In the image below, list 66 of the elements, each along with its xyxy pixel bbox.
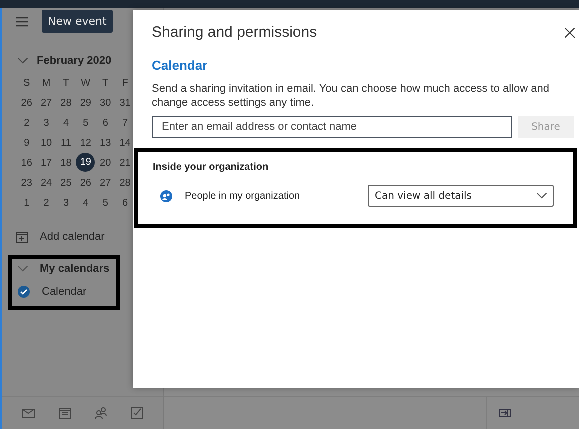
calendar-day[interactable]: 7 <box>115 113 136 133</box>
close-icon[interactable] <box>565 28 575 38</box>
calendar-day[interactable]: 5 <box>76 113 96 133</box>
dialog-title: Sharing and permissions <box>152 24 318 41</box>
calendar-day[interactable]: 17 <box>36 153 56 173</box>
calendar-add-icon <box>16 231 28 243</box>
calendar-day[interactable]: 14 <box>115 133 136 153</box>
calendar-day[interactable]: 9 <box>17 133 37 153</box>
calendar-day[interactable]: 6 <box>115 193 136 213</box>
calendar-day[interactable]: 11 <box>56 133 76 153</box>
menu-icon[interactable] <box>16 16 28 26</box>
calendar-day[interactable]: 5 <box>96 193 116 213</box>
check-circle-icon[interactable] <box>18 286 30 298</box>
calendar-day[interactable]: 24 <box>36 173 56 193</box>
calendar-day[interactable]: 28 <box>115 173 136 193</box>
calendar-day[interactable]: 25 <box>56 173 76 193</box>
calendar-day[interactable]: 2 <box>17 113 37 133</box>
calendar-day[interactable]: 16 <box>17 153 37 173</box>
permission-name: People in my organization <box>185 190 302 202</box>
chevron-icon[interactable] <box>18 266 28 272</box>
calendar-day[interactable]: 21 <box>115 153 136 173</box>
calendar-day[interactable]: 12 <box>76 133 96 153</box>
chevron-down-icon[interactable] <box>18 58 28 64</box>
add-calendar-link[interactable]: Add calendar <box>40 231 105 243</box>
panel-toggle-icon[interactable] <box>499 409 511 417</box>
weekday-label: T <box>102 76 110 90</box>
mail-icon[interactable] <box>22 408 35 418</box>
email-field[interactable]: Enter an email address or contact name <box>152 116 512 138</box>
calendar-day[interactable]: 2 <box>36 193 56 213</box>
people-icon[interactable] <box>95 407 107 419</box>
calendar-day[interactable]: 20 <box>96 153 116 173</box>
calendar-day[interactable]: 3 <box>56 193 76 213</box>
weekday-label: W <box>80 76 92 90</box>
weekday-label: M <box>41 76 52 90</box>
calendar-day[interactable]: 29 <box>76 93 96 113</box>
calendar-day[interactable]: 26 <box>17 93 37 113</box>
calendar-day[interactable]: 23 <box>17 173 37 193</box>
access-dropdown[interactable]: Can view all details <box>368 185 554 207</box>
chevron-down-icon <box>537 193 547 199</box>
new-event-button[interactable]: New event <box>42 10 113 33</box>
calendar-day[interactable]: 1 <box>17 193 37 213</box>
section-heading: Inside your organization <box>153 162 270 173</box>
calendar-day[interactable]: 27 <box>36 93 56 113</box>
calendar-day[interactable]: 4 <box>56 113 76 133</box>
description-text: Send a sharing invitation in email. You can choose how much access to allow and change access settings any time. <box>152 82 550 110</box>
calendar-day[interactable]: 30 <box>96 93 116 113</box>
calendar-day[interactable]: 19 <box>76 153 96 172</box>
weekday-label: T <box>62 76 70 90</box>
calendar-day[interactable]: 27 <box>96 173 116 193</box>
calendar-day[interactable]: 28 <box>56 93 76 113</box>
calendar-day[interactable]: 26 <box>76 173 96 193</box>
my-calendars-heading[interactable]: My calendars <box>40 263 110 275</box>
calendar-day[interactable]: 6 <box>96 113 116 133</box>
calendar-day[interactable]: 4 <box>76 193 96 213</box>
weekday-label: F <box>121 76 130 90</box>
calendar-day[interactable]: 13 <box>96 133 116 153</box>
calendar-name: Calendar <box>151 57 209 73</box>
calendar-day[interactable]: 3 <box>36 113 56 133</box>
weekday-label: S <box>22 76 32 90</box>
checkbox-icon[interactable] <box>131 407 143 419</box>
calendar-item[interactable]: Calendar <box>42 286 87 298</box>
month-label: February 2020 <box>37 55 112 67</box>
calendar-day[interactable]: 10 <box>36 133 56 153</box>
calendar-icon[interactable] <box>59 407 71 419</box>
calendar-day[interactable]: 31 <box>115 93 136 113</box>
calendar-day[interactable]: 18 <box>56 153 76 173</box>
